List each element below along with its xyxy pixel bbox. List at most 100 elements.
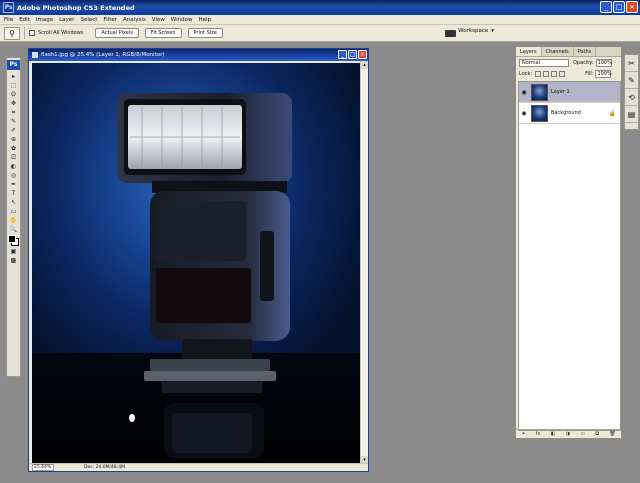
layer-row-background[interactable]: ◉ Background 🔒 — [519, 103, 620, 124]
zoom-tool-preset-icon[interactable]: ⚲ — [4, 26, 20, 40]
workspace-menu[interactable]: Workspace ▾ — [458, 28, 494, 34]
lock-transparency-icon[interactable] — [535, 70, 542, 77]
type-tool-icon[interactable]: T — [7, 189, 20, 198]
layer-mask-icon[interactable]: ◧ — [551, 431, 556, 437]
close-button[interactable]: × — [626, 1, 638, 13]
brush-tool-icon[interactable]: ✐ — [7, 126, 20, 135]
foreground-color-swatch[interactable] — [8, 235, 16, 243]
scroll-all-windows-checkbox[interactable] — [29, 30, 35, 36]
menu-layer[interactable]: Layer — [59, 17, 74, 23]
document-window-controls: _ □ × — [338, 50, 367, 59]
layers-list: ◉ Layer 1 ◉ Background 🔒 — [518, 81, 621, 431]
shape-tool-icon[interactable]: ▭ — [7, 207, 20, 216]
actual-pixels-button[interactable]: Actual Pixels — [95, 28, 139, 38]
eye-icon[interactable]: ◉ — [519, 89, 529, 96]
menu-window[interactable]: Window — [171, 17, 193, 23]
app-title-bar: Ps Adobe Photoshop CS3 Extended _ □ × — [0, 0, 640, 15]
layer-row-layer-1[interactable]: ◉ Layer 1 — [519, 82, 620, 103]
document-close-button[interactable]: × — [358, 50, 367, 59]
speedlight-flash-photo — [117, 93, 292, 458]
zoom-tool-icon[interactable]: 🔍 — [7, 225, 20, 234]
history-brush-tool-icon[interactable]: ✿ — [7, 144, 20, 153]
tab-layers[interactable]: Layers — [516, 47, 542, 56]
fill-label: Fill: — [585, 70, 594, 77]
document-icon — [32, 52, 38, 58]
document-size-info[interactable]: Doc: 24.0M/48.4M — [84, 465, 125, 470]
chevron-down-icon: ▾ — [491, 28, 494, 34]
clone-stamp-tool-icon[interactable]: ⊕ — [7, 135, 20, 144]
photoshop-logo-icon: Ps — [3, 2, 14, 13]
link-layers-icon[interactable]: ⚭ — [521, 431, 525, 437]
adjustment-layer-icon[interactable]: ◑ — [566, 431, 570, 437]
eye-icon[interactable]: ◉ — [519, 110, 529, 117]
path-selection-tool-icon[interactable]: ↖ — [7, 198, 20, 207]
document-title: flash1.jpg @ 25.4% (Layer 1, RGB/8/Monit… — [41, 52, 165, 58]
lock-pixels-icon[interactable] — [543, 70, 550, 77]
tab-paths[interactable]: Paths — [574, 47, 597, 56]
document-minimize-button[interactable]: _ — [338, 50, 347, 59]
blend-row: Normal Opacity: 100% — [516, 57, 621, 68]
minimize-button[interactable]: _ — [600, 1, 612, 13]
gradient-tool-icon[interactable]: ◐ — [7, 162, 20, 171]
layer-style-icon[interactable]: fx — [536, 431, 541, 437]
dodge-tool-icon[interactable]: ◎ — [7, 171, 20, 180]
color-swatches[interactable] — [7, 234, 20, 247]
scroll-up-icon[interactable]: ▴ — [361, 61, 368, 69]
fit-screen-button[interactable]: Fit Screen — [144, 28, 182, 38]
pen-tool-icon[interactable]: ✒ — [7, 180, 20, 189]
screen-mode-icon[interactable]: ▩ — [7, 256, 20, 265]
magic-wand-tool-icon[interactable]: ✥ — [7, 99, 20, 108]
dock-tool-presets-icon[interactable]: ✂ — [625, 55, 638, 72]
menu-file[interactable]: File — [4, 17, 13, 23]
vertical-scrollbar[interactable]: ▴ ▾ — [360, 61, 368, 464]
document-window: flash1.jpg @ 25.4% (Layer 1, RGB/8/Monit… — [28, 48, 369, 472]
document-title-bar[interactable]: flash1.jpg @ 25.4% (Layer 1, RGB/8/Monit… — [29, 49, 368, 61]
crop-tool-icon[interactable]: ⌗ — [7, 108, 20, 117]
document-maximize-button[interactable]: □ — [348, 50, 357, 59]
menu-help[interactable]: Help — [198, 17, 211, 23]
scroll-all-windows-label: Scroll All Windows — [38, 30, 84, 36]
app-title: Adobe Photoshop CS3 Extended — [17, 3, 135, 12]
window-controls: _ □ × — [600, 1, 638, 13]
palette-well-icon[interactable] — [445, 30, 456, 37]
lock-all-icon[interactable] — [559, 70, 566, 77]
tab-channels[interactable]: Channels — [542, 47, 574, 56]
lock-position-icon[interactable] — [551, 70, 558, 77]
healing-brush-tool-icon[interactable]: ✎ — [7, 117, 20, 126]
new-layer-icon[interactable]: ⧉ — [596, 431, 600, 437]
dock-layer-comps-icon[interactable]: ▤ — [625, 106, 638, 123]
lasso-tool-icon[interactable]: ʘ — [7, 90, 20, 99]
move-tool-icon[interactable]: ▸ — [7, 72, 20, 81]
menu-analysis[interactable]: Analysis — [123, 17, 146, 23]
layer-thumbnail — [531, 83, 548, 101]
menu-bar: File Edit Image Layer Select Filter Anal… — [0, 15, 640, 25]
eraser-tool-icon[interactable]: ⎚ — [7, 153, 20, 162]
maximize-button[interactable]: □ — [613, 1, 625, 13]
toolbox: Ps ▸ ⬚ ʘ ✥ ⌗ ✎ ✐ ⊕ ✿ ⎚ ◐ ◎ ✒ T ↖ ▭ ✋ 🔍 ▣… — [6, 57, 21, 377]
dock-history-icon[interactable]: ⟲ — [625, 89, 638, 106]
menu-view[interactable]: View — [152, 17, 165, 23]
opacity-label: Opacity: — [573, 59, 594, 66]
document-status-bar: 25.44% Doc: 24.0M/48.4M — [29, 463, 368, 471]
photoshop-toolbox-logo: Ps — [7, 60, 20, 70]
marquee-tool-icon[interactable]: ⬚ — [7, 81, 20, 90]
zoom-level-field[interactable]: 25.44% — [32, 464, 54, 471]
image-canvas[interactable] — [32, 63, 360, 464]
blend-mode-select[interactable]: Normal — [519, 58, 569, 67]
trash-icon[interactable]: 🗑 — [609, 431, 615, 437]
panel-footer: ⚭ fx ◧ ◑ ▭ ⧉ 🗑 — [516, 429, 621, 438]
menu-image[interactable]: Image — [36, 17, 53, 23]
menu-filter[interactable]: Filter — [103, 17, 117, 23]
layer-name: Background — [551, 110, 581, 116]
menu-select[interactable]: Select — [80, 17, 97, 23]
menu-edit[interactable]: Edit — [19, 17, 30, 23]
hand-tool-icon[interactable]: ✋ — [7, 216, 20, 225]
opacity-field[interactable]: 100% — [595, 58, 612, 67]
panel-tabs: Layers Channels Paths — [516, 47, 621, 57]
new-group-icon[interactable]: ▭ — [580, 431, 585, 437]
dock-brushes-icon[interactable]: ✎ — [625, 72, 638, 89]
quick-mask-icon[interactable]: ▣ — [7, 247, 20, 256]
print-size-button[interactable]: Print Size — [187, 28, 223, 38]
fill-field[interactable]: 100% — [595, 69, 612, 78]
layer-thumbnail — [531, 104, 548, 122]
